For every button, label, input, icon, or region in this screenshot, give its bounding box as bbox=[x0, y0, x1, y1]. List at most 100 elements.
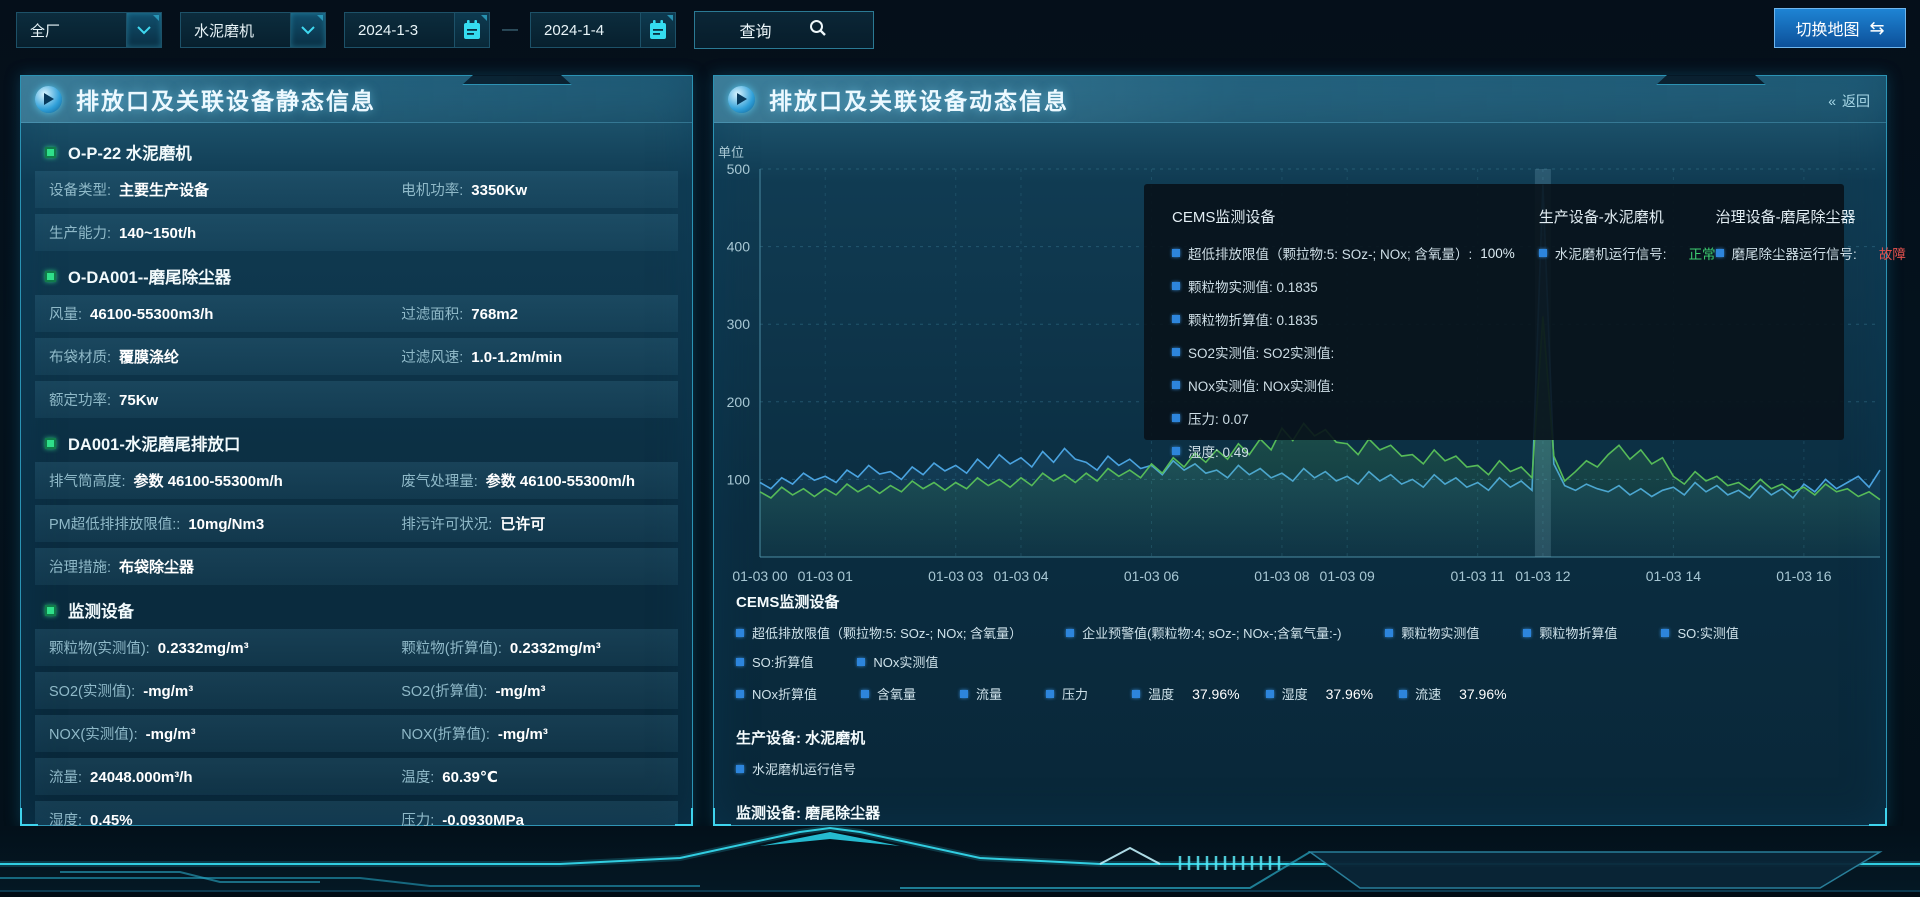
legend-label: 超低排放限值（颗拉物:5: SOz-; NOx; 含氧量） bbox=[752, 623, 1022, 642]
legend-item[interactable]: 超低排放限值（颗拉物:5: SOz-; NOx; 含氧量） bbox=[736, 623, 1040, 642]
info-row: SO2(实测值):-mg/m³SO2(折算值):-mg/m³ bbox=[35, 672, 678, 709]
tooltip-row: SO2实测值: SO2实测值: bbox=[1172, 342, 1539, 362]
query-button[interactable]: 查询 bbox=[694, 11, 874, 49]
field-label: 过滤面积: bbox=[401, 303, 463, 324]
legend-item[interactable]: 颗粒物实测值 bbox=[1385, 623, 1497, 642]
legend-item[interactable]: NOx实测值 bbox=[857, 652, 956, 671]
section-bullet-icon bbox=[45, 438, 56, 449]
corner-accent bbox=[481, 15, 487, 21]
svg-text:01-03 09: 01-03 09 bbox=[1320, 568, 1375, 584]
field-label: NOX(折算值): bbox=[401, 723, 490, 744]
tooltip-row: 颗粒物折算值: 0.1835 bbox=[1172, 309, 1539, 329]
svg-text:01-03 04: 01-03 04 bbox=[993, 568, 1048, 584]
series-marker-icon bbox=[1172, 249, 1180, 257]
switch-map-button[interactable]: 切换地图 ⇆ bbox=[1774, 8, 1906, 48]
legend-label: 温度 bbox=[1148, 684, 1174, 703]
back-link[interactable]: « 返回 bbox=[1828, 91, 1870, 111]
legend-label: 颗粒物实测值 bbox=[1401, 623, 1479, 642]
series-marker-icon bbox=[861, 690, 869, 698]
toolbar: 全厂 水泥磨机 2024-1-3 — 2024-1-4 bbox=[0, 0, 1920, 60]
legend-item[interactable]: 企业预警值(颗粒物:4; sOz-; NOx-;含氧气量:-) bbox=[1066, 623, 1359, 642]
page-title: 排放口及关联设备静态信息 bbox=[76, 82, 376, 116]
corner-accent bbox=[667, 15, 673, 21]
info-row: 生产能力:140~150t/h bbox=[35, 214, 678, 251]
svg-text:01-03 14: 01-03 14 bbox=[1646, 568, 1701, 584]
field-label: NOX(实测值): bbox=[49, 723, 138, 744]
legend-item[interactable]: 流量 bbox=[960, 684, 1020, 703]
legend-item[interactable]: 颗粒物折算值 bbox=[1523, 623, 1635, 642]
series-marker-icon bbox=[1172, 381, 1180, 389]
static-info-body: O-P-22 水泥磨机设备类型:主要生产设备电机功率:3350Kw生产能力:14… bbox=[21, 123, 692, 881]
svg-text:01-03 03: 01-03 03 bbox=[928, 568, 983, 584]
field-value: 3350Kw bbox=[471, 182, 527, 199]
series-marker-icon bbox=[736, 658, 744, 666]
section-title: O-P-22 水泥磨机 bbox=[68, 140, 192, 164]
field-value: 覆膜涤纶 bbox=[119, 346, 179, 367]
info-field: 过滤风速:1.0-1.2m/min bbox=[401, 346, 678, 367]
tooltip-label: 颗粒物实测值: 0.1835 bbox=[1188, 276, 1318, 296]
legend-item[interactable]: 温度 37.96% bbox=[1132, 684, 1240, 703]
tooltip-cems-column: CEMS监测设备 超低排放限值（颗拉物:5: SOz-; NOx; 含氧量）:1… bbox=[1172, 206, 1539, 440]
series-marker-icon bbox=[1172, 447, 1180, 455]
plant-select-value: 全厂 bbox=[30, 20, 60, 41]
legend-item[interactable]: NOx折算值 bbox=[736, 684, 835, 703]
series-marker-icon bbox=[1385, 629, 1393, 637]
legend-item[interactable]: SO:折算值 bbox=[736, 652, 831, 671]
legend-item[interactable]: 湿度37.96% bbox=[1266, 684, 1374, 703]
field-value: 46100-55300m3/h bbox=[90, 306, 213, 323]
tooltip-production-column: 生产设备-水泥磨机 水泥磨机运行信号: 正常 bbox=[1539, 206, 1716, 440]
corner-bracket bbox=[675, 808, 693, 826]
info-field: SO2(折算值):-mg/m³ bbox=[401, 680, 678, 701]
tooltip-label: SO2实测值: SO2实测值: bbox=[1188, 342, 1334, 362]
field-label: 排污许可状况: bbox=[401, 513, 492, 534]
field-value: 参数 46100-55300m/h bbox=[134, 470, 283, 491]
status-badge: 正常 bbox=[1689, 243, 1716, 263]
back-link-label: 返回 bbox=[1842, 91, 1870, 111]
legend-item[interactable]: SO:实测值 bbox=[1661, 623, 1756, 642]
legend-item[interactable]: 水泥磨机运行信号 bbox=[736, 759, 874, 778]
info-field: 风量:46100-55300m3/h bbox=[49, 303, 401, 324]
device-select[interactable]: 水泥磨机 bbox=[180, 12, 326, 48]
tooltip-row: 磨尾除尘器运行信号: 故障 bbox=[1716, 243, 1906, 263]
legend-item[interactable]: 含氧量 bbox=[861, 684, 934, 703]
legend-item[interactable]: 流速37.96% bbox=[1399, 684, 1507, 703]
section-title: DA001-水泥磨尾排放口 bbox=[68, 431, 240, 455]
legend-label: NOx折算值 bbox=[752, 684, 817, 703]
legend-value: 37.96% bbox=[1326, 686, 1373, 702]
plant-select[interactable]: 全厂 bbox=[16, 12, 162, 48]
section-header: O-DA001--磨尾除尘器 bbox=[35, 257, 678, 295]
field-label: 颗粒物(实测值): bbox=[49, 637, 150, 658]
legend-label: 水泥磨机运行信号 bbox=[752, 759, 856, 778]
page-title: 排放口及关联设备动态信息 bbox=[769, 82, 1069, 116]
field-value: 0.2332mg/m³ bbox=[158, 640, 249, 657]
corner-bracket bbox=[1869, 808, 1887, 826]
field-value: 1.0-1.2m/min bbox=[471, 349, 562, 366]
legend-value: 37.96% bbox=[1192, 686, 1239, 702]
tooltip-row: 超低排放限值（颗拉物:5: SOz-; NOx; 含氧量）:100% bbox=[1172, 243, 1539, 263]
tooltip-label: NOx实测值: NOx实测值: bbox=[1188, 375, 1334, 395]
field-value: -mg/m³ bbox=[498, 726, 548, 743]
section-bullet-icon bbox=[45, 271, 56, 282]
play-icon bbox=[35, 86, 62, 113]
legend-label: 流速 bbox=[1415, 684, 1441, 703]
tooltip-production-title: 生产设备-水泥磨机 bbox=[1539, 206, 1716, 227]
series-marker-icon bbox=[1661, 629, 1669, 637]
field-label: 额定功率: bbox=[49, 389, 111, 410]
field-value: 主要生产设备 bbox=[119, 179, 209, 200]
field-label: 生产能力: bbox=[49, 222, 111, 243]
field-value: 布袋除尘器 bbox=[119, 556, 194, 577]
end-date-input[interactable]: 2024-1-4 bbox=[530, 12, 676, 48]
legend-label: 流量 bbox=[976, 684, 1002, 703]
series-marker-icon bbox=[1172, 414, 1180, 422]
field-value: 60.39℃ bbox=[442, 768, 498, 786]
info-row: NOX(实测值):-mg/m³NOX(折算值):-mg/m³ bbox=[35, 715, 678, 752]
legend-item[interactable]: 压力 bbox=[1046, 684, 1106, 703]
corner-accent bbox=[153, 15, 159, 21]
info-field: 颗粒物(折算值):0.2332mg/m³ bbox=[401, 637, 678, 658]
start-date-input[interactable]: 2024-1-3 bbox=[344, 12, 490, 48]
field-value: 768m2 bbox=[471, 306, 518, 323]
dashboard: { "toolbar": { "plant_select": "全厂", "de… bbox=[0, 0, 1920, 892]
legend-row: NOx折算值含氧量流量压力温度37.96%湿度37.96%流速37.96% bbox=[736, 684, 1866, 703]
info-field: 排污许可状况:已许可 bbox=[401, 513, 678, 534]
info-row: PM超低排排放限值::10mg/Nm3排污许可状况:已许可 bbox=[35, 505, 678, 542]
